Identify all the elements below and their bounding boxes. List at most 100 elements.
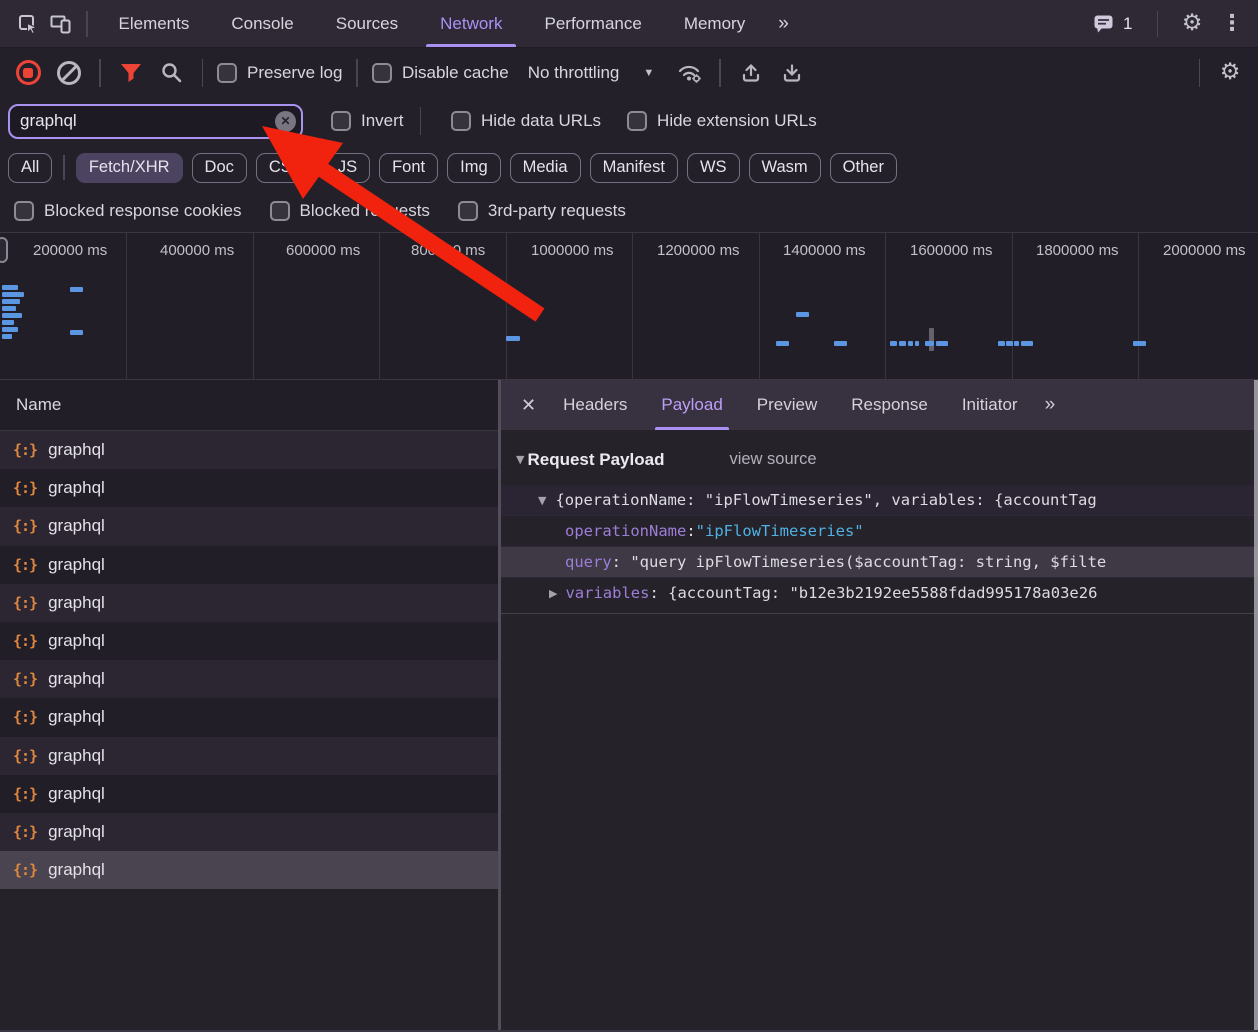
filter-chip-wasm[interactable]: Wasm [749,153,821,183]
filter-chip-fetch-xhr[interactable]: Fetch/XHR [76,153,183,183]
timeline-request-bar[interactable] [2,306,16,311]
detail-tab-preview[interactable]: Preview [740,380,834,430]
request-row[interactable]: {:}graphql [0,698,498,736]
clear-network-log-icon[interactable] [53,57,85,89]
disable-cache-checkbox[interactable] [372,63,392,83]
request-row[interactable]: {:}graphql [0,813,498,851]
kebab-menu-icon[interactable]: ⋮ [1216,8,1248,40]
filter-chip-ws[interactable]: WS [687,153,740,183]
filter-chip-media[interactable]: Media [510,153,581,183]
record-network-log-icon[interactable] [12,57,44,89]
devtools-tab-console[interactable]: Console [210,0,314,47]
settings-gear-icon[interactable]: ⚙ [1176,8,1208,40]
timeline-request-bar[interactable] [1133,341,1146,346]
timeline-request-bar[interactable] [506,336,520,341]
detail-tab-payload[interactable]: Payload [644,380,739,430]
request-row[interactable]: {:}graphql [0,660,498,698]
request-row[interactable]: {:}graphql [0,851,498,889]
detail-tab-response[interactable]: Response [834,380,945,430]
filter-chip-all[interactable]: All [8,153,52,183]
request-row[interactable]: {:}graphql [0,546,498,584]
search-icon[interactable] [156,57,188,89]
filter-funnel-icon[interactable] [115,57,147,89]
invert-checkbox[interactable] [331,111,351,131]
timeline-request-bar[interactable] [834,341,847,346]
timeline-request-bar[interactable] [936,341,948,346]
clear-filter-icon[interactable]: ✕ [275,111,296,132]
3rd-party-requests-checkbox[interactable] [458,201,478,221]
device-toolbar-icon[interactable] [44,8,76,40]
detail-tab-initiator[interactable]: Initiator [945,380,1035,430]
blocked-response-cookies-checkbox[interactable] [14,201,34,221]
filter-chip-doc[interactable]: Doc [192,153,247,183]
filter-chip-img[interactable]: Img [447,153,501,183]
timeline-request-bar[interactable] [796,312,809,317]
timeline-request-bar[interactable] [890,341,897,346]
request-row[interactable]: {:}graphql [0,737,498,775]
filter-chip-other[interactable]: Other [830,153,897,183]
request-row[interactable]: {:}graphql [0,469,498,507]
throttling-dropdown[interactable]: No throttling ▼ [518,63,665,83]
timeline-request-bar[interactable] [1006,341,1013,346]
timeline-request-bar[interactable] [2,320,14,325]
devtools-tab-performance[interactable]: Performance [523,0,662,47]
devtools-tab-memory[interactable]: Memory [663,0,766,47]
filter-chip-css[interactable]: CSS [256,153,316,183]
payload-row-variables[interactable]: ▶ variables: {accountTag: "b12e3b2192ee5… [501,577,1258,608]
network-conditions-icon[interactable] [673,57,705,89]
filter-chip-font[interactable]: Font [379,153,438,183]
timeline-request-bar[interactable] [776,341,789,346]
close-detail-icon[interactable]: ✕ [521,395,536,416]
payload-row-query[interactable]: query: "query ipFlowTimeseries($accountT… [501,546,1258,577]
expand-triangle-icon[interactable]: ▶ [549,587,557,600]
payload-preview-row[interactable]: ▼ {operationName: "ipFlowTimeseries", va… [501,485,1258,515]
request-row[interactable]: {:}graphql [0,584,498,622]
collapse-triangle-icon[interactable]: ▼ [516,453,524,466]
network-overview-timeline[interactable]: 200000 ms400000 ms600000 ms800000 ms1000… [0,233,1258,380]
timeline-scrubber[interactable] [929,328,934,351]
timeline-request-bar[interactable] [1021,341,1033,346]
timeline-drag-handle[interactable] [0,237,8,263]
view-source-link[interactable]: view source [729,450,816,469]
request-row[interactable]: {:}graphql [0,622,498,660]
hide-data-urls-checkbox[interactable] [451,111,471,131]
more-tabs-icon[interactable]: » [766,13,799,35]
filter-input[interactable] [8,104,303,139]
blocked-requests-checkbox[interactable] [270,201,290,221]
collapse-triangle-icon[interactable]: ▼ [538,494,546,507]
payload-row-operation-name[interactable]: operationName: "ipFlowTimeseries" [501,515,1258,546]
filter-chip-js[interactable]: JS [325,153,370,183]
timeline-request-bar[interactable] [899,341,906,346]
issues-button[interactable]: 1 [1087,14,1138,34]
request-row[interactable]: {:}graphql [0,431,498,469]
detail-tab-headers[interactable]: Headers [546,380,644,430]
timeline-request-bar[interactable] [70,287,83,292]
timeline-request-bar[interactable] [908,341,913,346]
devtools-tab-sources[interactable]: Sources [315,0,419,47]
network-settings-gear-icon[interactable]: ⚙ [1214,57,1246,89]
scrollbar[interactable] [1254,380,1258,1030]
export-har-icon[interactable] [776,57,808,89]
timeline-request-bar[interactable] [2,327,18,332]
name-column-header[interactable]: Name [0,380,498,431]
timeline-request-bar[interactable] [915,341,919,346]
timeline-request-bar[interactable] [2,334,12,339]
timeline-request-bar[interactable] [998,341,1005,346]
timeline-request-bar[interactable] [925,341,934,346]
hide-extension-urls-checkbox[interactable] [627,111,647,131]
timeline-request-bar[interactable] [2,313,22,318]
inspect-element-icon[interactable] [12,8,44,40]
detail-more-tabs-icon[interactable]: » [1035,394,1064,416]
devtools-tab-elements[interactable]: Elements [98,0,211,47]
timeline-request-bar[interactable] [1014,341,1019,346]
timeline-request-bar[interactable] [2,299,20,304]
request-row[interactable]: {:}graphql [0,775,498,813]
filter-chip-manifest[interactable]: Manifest [590,153,678,183]
devtools-tab-network[interactable]: Network [419,0,523,47]
request-row[interactable]: {:}graphql [0,507,498,545]
timeline-request-bar[interactable] [2,292,24,297]
timeline-request-bar[interactable] [70,330,83,335]
preserve-log-checkbox[interactable] [217,63,237,83]
timeline-request-bar[interactable] [2,285,18,290]
import-har-icon[interactable] [735,57,767,89]
